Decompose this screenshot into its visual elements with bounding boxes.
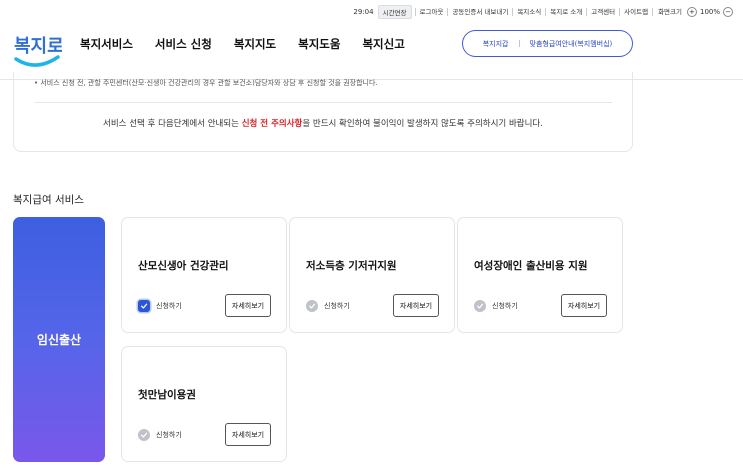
about-link[interactable]: 복지로 소개	[545, 8, 586, 16]
nav-welfare-services[interactable]: 복지서비스	[80, 36, 133, 52]
zoom-in-button[interactable]: +	[686, 7, 697, 17]
zoom-out-button[interactable]: −	[723, 7, 733, 17]
nav-welfare-report[interactable]: 복지신고	[362, 36, 404, 52]
apply-label: 신청하기	[324, 302, 350, 310]
welfare-news-link[interactable]: 복지소식	[512, 8, 545, 16]
welfare-wallet-link[interactable]: 복지지갑	[483, 39, 509, 49]
category-label: 임신출산	[36, 333, 82, 347]
service-title: 저소득층 기저귀지원	[306, 260, 397, 272]
notice-box: • 서비스 신청 전, 관할 주민센터(산모·신생아 건강관리의 경우 관할 보…	[13, 72, 633, 152]
customer-center-link[interactable]: 고객센터	[586, 8, 619, 16]
category-card: 임신출산	[13, 217, 105, 462]
apply-label: 신청하기	[156, 302, 182, 310]
notice-bullet: • 서비스 신청 전, 관할 주민센터(산모·신생아 건강관리의 경우 관할 보…	[34, 79, 378, 87]
notice-divider	[34, 102, 612, 103]
apply-checkbox[interactable]: 신청하기	[138, 429, 182, 441]
apply-checkbox[interactable]: 신청하기	[474, 300, 518, 312]
apply-label: 신청하기	[492, 302, 518, 310]
nav-service-application[interactable]: 서비스 신청	[155, 36, 212, 52]
export-certificate-link[interactable]: 공동인증서 내보내기	[447, 8, 512, 16]
service-card: 산모신생아 건강관리 신청하기 자세히보기	[121, 217, 287, 333]
apply-checkbox[interactable]: 신청하기	[138, 300, 182, 312]
check-icon	[138, 429, 150, 441]
service-card: 첫만남이용권 신청하기 자세히보기	[121, 346, 287, 462]
service-card: 여성장애인 출산비용 지원 신청하기 자세히보기	[457, 217, 623, 333]
pill-divider	[518, 40, 520, 47]
notice-text-after: 을 반드시 확인하여 불이익이 발생하지 않도록 주의하시기 바랍니다.	[302, 119, 543, 129]
detail-button[interactable]: 자세히보기	[393, 294, 439, 317]
service-title: 첫만남이용권	[138, 389, 196, 401]
utility-bar: 29:04 시간연장 로그아웃 공동인증서 내보내기 복지소식 복지로 소개 고…	[353, 5, 735, 19]
notice-main-text: 서비스 선택 후 다음단계에서 안내되는 신청 전 주의사항을 반드시 확인하여…	[14, 117, 632, 129]
nav-welfare-map[interactable]: 복지지도	[234, 36, 276, 52]
apply-label: 신청하기	[156, 431, 182, 439]
session-timer: 29:04	[353, 8, 374, 16]
nav-welfare-help[interactable]: 복지도움	[298, 36, 340, 52]
extend-session-button[interactable]: 시간연장	[377, 5, 412, 19]
service-card: 저소득층 기저귀지원 신청하기 자세히보기	[289, 217, 455, 333]
detail-button[interactable]: 자세히보기	[225, 423, 271, 446]
site-logo[interactable]: 복지로	[12, 26, 64, 72]
sitemap-link[interactable]: 사이트맵	[619, 8, 652, 16]
logo-wordmark: 복지로	[14, 36, 62, 57]
logout-link[interactable]: 로그아웃	[414, 8, 448, 16]
notice-highlight: 신청 전 주의사항	[241, 119, 303, 129]
service-title: 여성장애인 출산비용 지원	[474, 260, 588, 272]
apply-checkbox[interactable]: 신청하기	[306, 300, 350, 312]
notice-text-before: 서비스 선택 후 다음단계에서 안내되는	[103, 119, 242, 129]
zoom-label: 화면크기	[652, 8, 685, 16]
detail-button[interactable]: 자세히보기	[561, 294, 607, 317]
header-quick-links: 복지지갑 맞춤형급여안내(복지멤버십)	[462, 30, 633, 57]
check-icon	[306, 300, 318, 312]
service-title: 산모신생아 건강관리	[138, 260, 229, 272]
check-icon	[474, 300, 486, 312]
zoom-value: 100%	[699, 8, 720, 16]
logo-mark-icon: 복지로	[14, 36, 64, 67]
custom-benefit-link[interactable]: 맞춤형급여안내(복지멤버십)	[530, 39, 613, 49]
check-icon	[138, 300, 150, 312]
section-title: 복지급여 서비스	[13, 194, 84, 206]
main-navigation: 복지서비스 서비스 신청 복지지도 복지도움 복지신고	[80, 36, 427, 52]
detail-button[interactable]: 자세히보기	[225, 294, 271, 317]
